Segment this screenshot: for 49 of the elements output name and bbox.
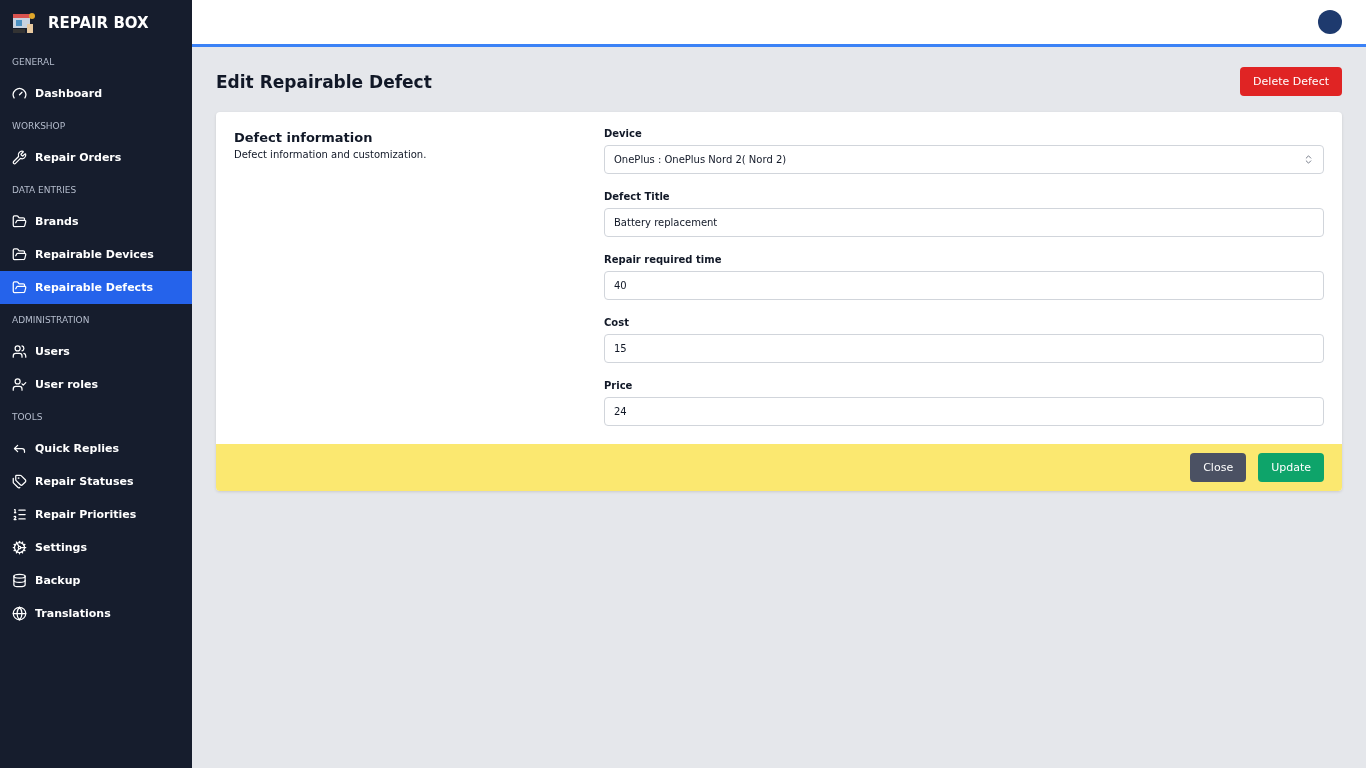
brand-name: REPAIR BOX xyxy=(48,14,149,32)
folder-icon xyxy=(12,214,27,229)
sidebar-item[interactable]: Dashboard xyxy=(0,77,192,110)
folder-icon xyxy=(12,247,27,262)
sidebar-item[interactable]: Repair Orders xyxy=(0,141,192,174)
sidebar-item[interactable]: Repairable Defects xyxy=(0,271,192,304)
user-icon xyxy=(12,377,27,392)
field-label: Defect Title xyxy=(604,191,671,202)
globe-icon xyxy=(12,606,27,621)
repair-shop-logo xyxy=(12,12,36,34)
sidebar-item[interactable]: Repair Statuses xyxy=(0,465,192,498)
field-label: Cost xyxy=(604,317,630,328)
wrench-icon xyxy=(12,150,27,165)
sidebar-item[interactable]: Backup xyxy=(0,564,192,597)
input-field[interactable]: 15 xyxy=(604,334,1324,363)
gauge-icon xyxy=(12,86,27,101)
sidebar-item[interactable]: User roles xyxy=(0,368,192,401)
users-icon xyxy=(12,344,27,359)
device-select[interactable]: OnePlus : OnePlus Nord 2( Nord 2) xyxy=(604,145,1324,174)
input-field[interactable]: 24 xyxy=(604,397,1324,426)
chevrons-icon xyxy=(1303,154,1314,165)
folder-icon xyxy=(12,280,27,295)
input-field[interactable]: Battery replacement xyxy=(604,208,1324,237)
list-icon xyxy=(12,507,27,522)
user-avatar[interactable] xyxy=(1318,10,1342,34)
field-label: Repair required time xyxy=(604,254,723,265)
sidebar-item[interactable]: Repair Priorities xyxy=(0,498,192,531)
sidebar-item[interactable]: Settings xyxy=(0,531,192,564)
section-title: Defect information xyxy=(234,130,374,145)
gear-icon xyxy=(12,540,27,555)
page-title: Edit Repairable Defect xyxy=(216,71,432,92)
section-heading: TOOLS xyxy=(11,411,44,424)
input-field[interactable]: 40 xyxy=(604,271,1324,300)
section-heading: DATA ENTRIES xyxy=(11,184,78,197)
delete-button[interactable]: Delete Defect xyxy=(1240,67,1342,96)
sidebar-item[interactable]: Repairable Devices xyxy=(0,238,192,271)
sidebar-item[interactable]: Users xyxy=(0,335,192,368)
field-label: Device xyxy=(604,128,643,139)
sidebar-item[interactable]: Brands xyxy=(0,205,192,238)
database-icon xyxy=(12,573,27,588)
section-heading: GENERAL xyxy=(11,56,56,69)
section-description: Defect information and customization. xyxy=(234,149,428,160)
field-label: Price xyxy=(604,380,634,391)
close-button[interactable]: Close xyxy=(1190,453,1247,482)
sidebar-item[interactable]: Quick Replies xyxy=(0,432,192,465)
tags-icon xyxy=(12,474,27,489)
section-heading: WORKSHOP xyxy=(11,120,67,133)
section-heading: ADMINISTRATION xyxy=(11,314,91,327)
sidebar-item[interactable]: Translations xyxy=(0,597,192,630)
